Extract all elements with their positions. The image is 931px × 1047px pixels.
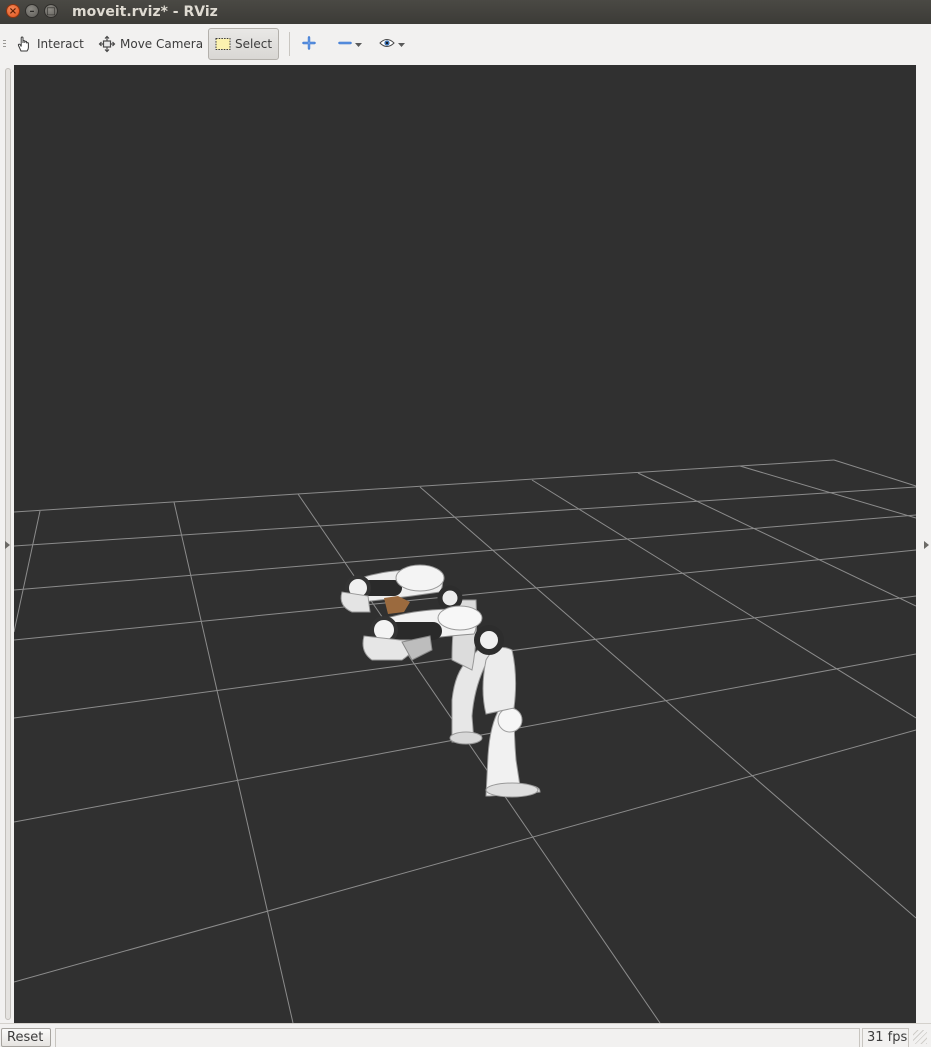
select-box-icon <box>215 37 231 51</box>
maximize-window-button[interactable]: □ <box>44 4 58 18</box>
window-resize-grip[interactable] <box>913 1030 927 1044</box>
interact-tool-label: Interact <box>37 37 84 51</box>
plus-icon <box>302 35 316 53</box>
interact-tool-button[interactable]: Interact <box>9 28 90 60</box>
expand-left-panel-arrow-icon[interactable] <box>5 541 10 549</box>
status-message-field <box>55 1028 860 1047</box>
move-camera-tool-label: Move Camera <box>120 37 204 51</box>
minus-icon <box>338 36 352 53</box>
eye-icon <box>379 37 395 52</box>
render-3d-viewport[interactable] <box>14 65 916 1023</box>
window-titlebar: × – □ moveit.rviz* - RViz <box>0 0 931 24</box>
window-title: moveit.rviz* - RViz <box>72 4 218 20</box>
left-dock-collapse-bar[interactable] <box>0 65 14 1023</box>
chevron-down-icon <box>397 37 406 51</box>
toolbar-separator <box>289 32 290 56</box>
status-bar: Reset 31 fps <box>0 1023 931 1047</box>
select-tool-label: Select <box>235 37 273 51</box>
close-window-button[interactable]: × <box>6 4 20 18</box>
move-camera-tool-button[interactable]: Move Camera <box>92 28 209 60</box>
fps-readout: 31 fps <box>862 1028 909 1047</box>
hand-icon <box>15 35 33 53</box>
chevron-down-icon <box>354 37 363 51</box>
reset-button[interactable]: Reset <box>1 1028 51 1047</box>
tools-toolbar: Interact Move Camera Select <box>0 24 931 65</box>
move-camera-icon <box>98 35 116 53</box>
add-tool-button[interactable] <box>302 32 316 56</box>
tool-visibility-button[interactable] <box>379 32 406 56</box>
right-dock-collapse-bar[interactable] <box>916 65 931 1023</box>
toolbar-grip[interactable] <box>3 40 6 49</box>
minimize-window-button[interactable]: – <box>25 4 39 18</box>
expand-right-panel-arrow-icon[interactable] <box>924 541 929 549</box>
scene-svg[interactable] <box>14 65 916 1023</box>
select-tool-button[interactable]: Select <box>208 28 279 60</box>
remove-tool-button[interactable] <box>338 32 363 56</box>
